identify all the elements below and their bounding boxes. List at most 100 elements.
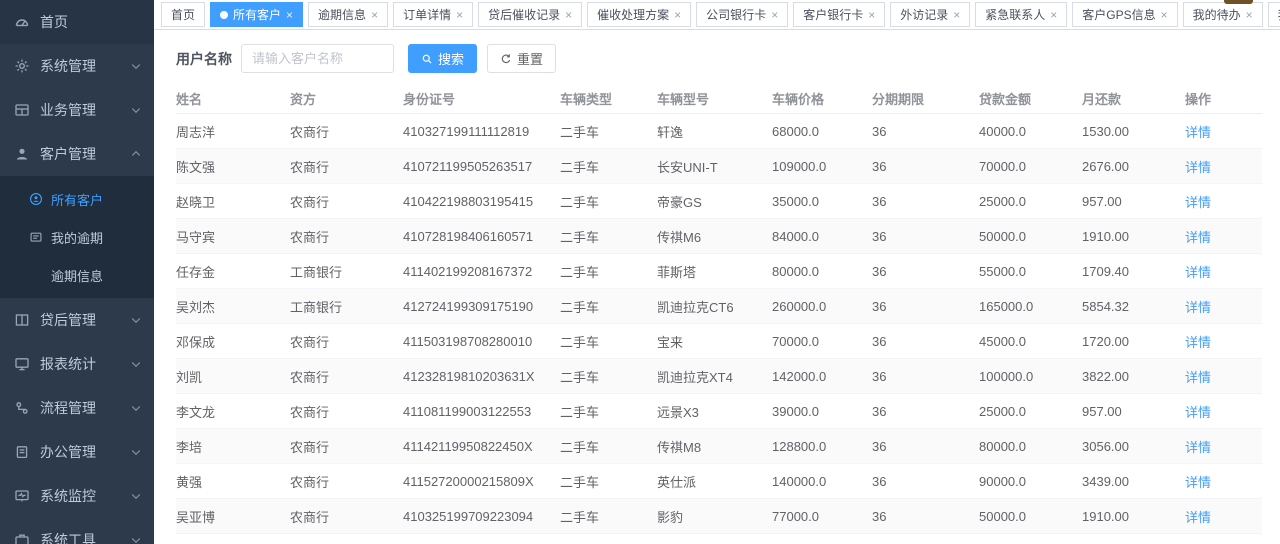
detail-link[interactable]: 详情 — [1185, 230, 1211, 245]
close-icon[interactable]: × — [565, 9, 572, 21]
tab[interactable]: 所有客户 × — [210, 2, 303, 27]
close-icon[interactable]: × — [1161, 9, 1168, 21]
cell-loan-amount: 165000.0 — [979, 299, 1082, 314]
avatar[interactable] — [1224, 0, 1253, 4]
tab[interactable]: 客户GPS信息 × — [1072, 2, 1177, 27]
sidebar-item[interactable]: 系统工具 — [0, 518, 154, 544]
cell-id-number: 410422198803195415 — [403, 194, 560, 209]
cell-vehicle-model: 菲斯塔 — [657, 262, 772, 281]
tab[interactable]: 我的待办 × — [1183, 2, 1263, 27]
sidebar-item[interactable]: 系统管理 — [0, 44, 154, 88]
tab[interactable]: 外访记录 × — [890, 2, 970, 27]
close-icon[interactable]: × — [371, 9, 378, 21]
cell-funder: 农商行 — [290, 402, 403, 421]
close-icon[interactable]: × — [953, 9, 960, 21]
sidebar-subitem[interactable]: 我的逾期 — [0, 218, 154, 256]
cell-vehicle-type: 二手车 — [560, 227, 657, 246]
tab[interactable]: 贷后催收记录 × — [478, 2, 582, 27]
sidebar-item[interactable]: 贷后管理 — [0, 298, 154, 342]
cell-term: 36 — [872, 439, 979, 454]
cell-vehicle-model: 远景X3 — [657, 402, 772, 421]
search-button[interactable]: 搜索 — [408, 44, 477, 73]
cell-vehicle-type: 二手车 — [560, 507, 657, 526]
sidebar-item-label: 客户管理 — [40, 144, 130, 164]
sidebar-item[interactable]: 流程管理 — [0, 386, 154, 430]
search-bar: 用户名称 搜索 重置 — [154, 30, 1280, 82]
table-row: 陈文强 农商行 410721199505263517 二手车 长安UNI-T 1… — [176, 149, 1262, 184]
sidebar-item[interactable]: 业务管理 — [0, 88, 154, 132]
cell-funder: 农商行 — [290, 367, 403, 386]
detail-link[interactable]: 详情 — [1185, 510, 1211, 525]
cell-monthly-payment: 5854.32 — [1082, 299, 1185, 314]
tab[interactable]: 紧急联系人 × — [975, 2, 1067, 27]
tab[interactable]: 客户银行卡 × — [793, 2, 885, 27]
gear-icon — [14, 58, 30, 74]
tab[interactable]: 催收处理方案 × — [587, 2, 691, 27]
detail-link[interactable]: 详情 — [1185, 405, 1211, 420]
cell-loan-amount: 25000.0 — [979, 194, 1082, 209]
report-icon — [14, 356, 30, 372]
tab[interactable]: 我的流程 × — [1268, 2, 1280, 27]
close-icon[interactable]: × — [868, 9, 875, 21]
detail-link[interactable]: 详情 — [1185, 440, 1211, 455]
sidebar-subitem[interactable]: 逾期信息 — [0, 256, 154, 294]
cell-loan-amount: 80000.0 — [979, 439, 1082, 454]
table-row: 邓保成 农商行 411503198708280010 二手车 宝来 70000.… — [176, 324, 1262, 359]
tab[interactable]: 首页 × — [161, 2, 205, 27]
detail-link[interactable]: 详情 — [1185, 370, 1211, 385]
tab-label: 我的待办 — [1193, 6, 1241, 23]
tab[interactable]: 公司银行卡 × — [696, 2, 788, 27]
col-header-vehicle-model: 车辆型号 — [657, 89, 772, 108]
table-row: 马守宾 农商行 410728198406160571 二手车 传祺M6 8400… — [176, 219, 1262, 254]
tab[interactable]: 逾期信息 × — [308, 2, 388, 27]
cell-term: 36 — [872, 229, 979, 244]
cell-term: 36 — [872, 124, 979, 139]
close-icon[interactable]: × — [456, 9, 463, 21]
cell-funder: 农商行 — [290, 437, 403, 456]
sidebar-item[interactable]: 报表统计 — [0, 342, 154, 386]
sidebar-item[interactable]: 系统监控 — [0, 474, 154, 518]
sidebar-item-label: 报表统计 — [40, 354, 130, 374]
detail-link[interactable]: 详情 — [1185, 335, 1211, 350]
cell-loan-amount: 50000.0 — [979, 229, 1082, 244]
sidebar-subitem-label: 所有客户 — [51, 190, 103, 209]
cell-vehicle-type: 二手车 — [560, 402, 657, 421]
reset-button[interactable]: 重置 — [487, 44, 556, 73]
cell-loan-amount: 55000.0 — [979, 264, 1082, 279]
close-icon[interactable]: × — [771, 9, 778, 21]
col-header-name: 姓名 — [176, 89, 290, 108]
cell-funder: 工商银行 — [290, 262, 403, 281]
close-icon[interactable]: × — [286, 9, 293, 21]
detail-link[interactable]: 详情 — [1185, 475, 1211, 490]
cell-vehicle-price: 80000.0 — [772, 264, 872, 279]
cell-vehicle-model: 轩逸 — [657, 122, 772, 141]
detail-link[interactable]: 详情 — [1185, 195, 1211, 210]
cell-funder: 农商行 — [290, 122, 403, 141]
cell-monthly-payment: 957.00 — [1082, 194, 1185, 209]
sidebar-item[interactable]: 首页 — [0, 0, 154, 44]
cell-funder: 农商行 — [290, 507, 403, 526]
cell-term: 36 — [872, 264, 979, 279]
cell-term: 36 — [872, 509, 979, 524]
search-input[interactable] — [241, 44, 394, 73]
close-icon[interactable]: × — [1246, 9, 1253, 21]
sidebar-item[interactable]: 客户管理 — [0, 132, 154, 176]
detail-link[interactable]: 详情 — [1185, 125, 1211, 140]
cell-term: 36 — [872, 159, 979, 174]
cell-id-number: 41232819810203631X — [403, 369, 560, 384]
tab[interactable]: 订单详情 × — [393, 2, 473, 27]
chevron-down-icon — [130, 314, 142, 326]
cell-vehicle-model: 宝来 — [657, 332, 772, 351]
sidebar-item[interactable]: 办公管理 — [0, 430, 154, 474]
grid-icon — [14, 102, 30, 118]
detail-link[interactable]: 详情 — [1185, 265, 1211, 280]
detail-link[interactable]: 详情 — [1185, 300, 1211, 315]
sidebar-item-label: 系统监控 — [40, 486, 130, 506]
table-body: 周志洋 农商行 410327199111112819 二手车 轩逸 68000.… — [176, 114, 1262, 543]
cell-funder: 农商行 — [290, 192, 403, 211]
detail-link[interactable]: 详情 — [1185, 160, 1211, 175]
close-icon[interactable]: × — [1050, 9, 1057, 21]
cell-vehicle-price: 109000.0 — [772, 159, 872, 174]
sidebar-subitem[interactable]: 所有客户 — [0, 180, 154, 218]
close-icon[interactable]: × — [674, 9, 681, 21]
